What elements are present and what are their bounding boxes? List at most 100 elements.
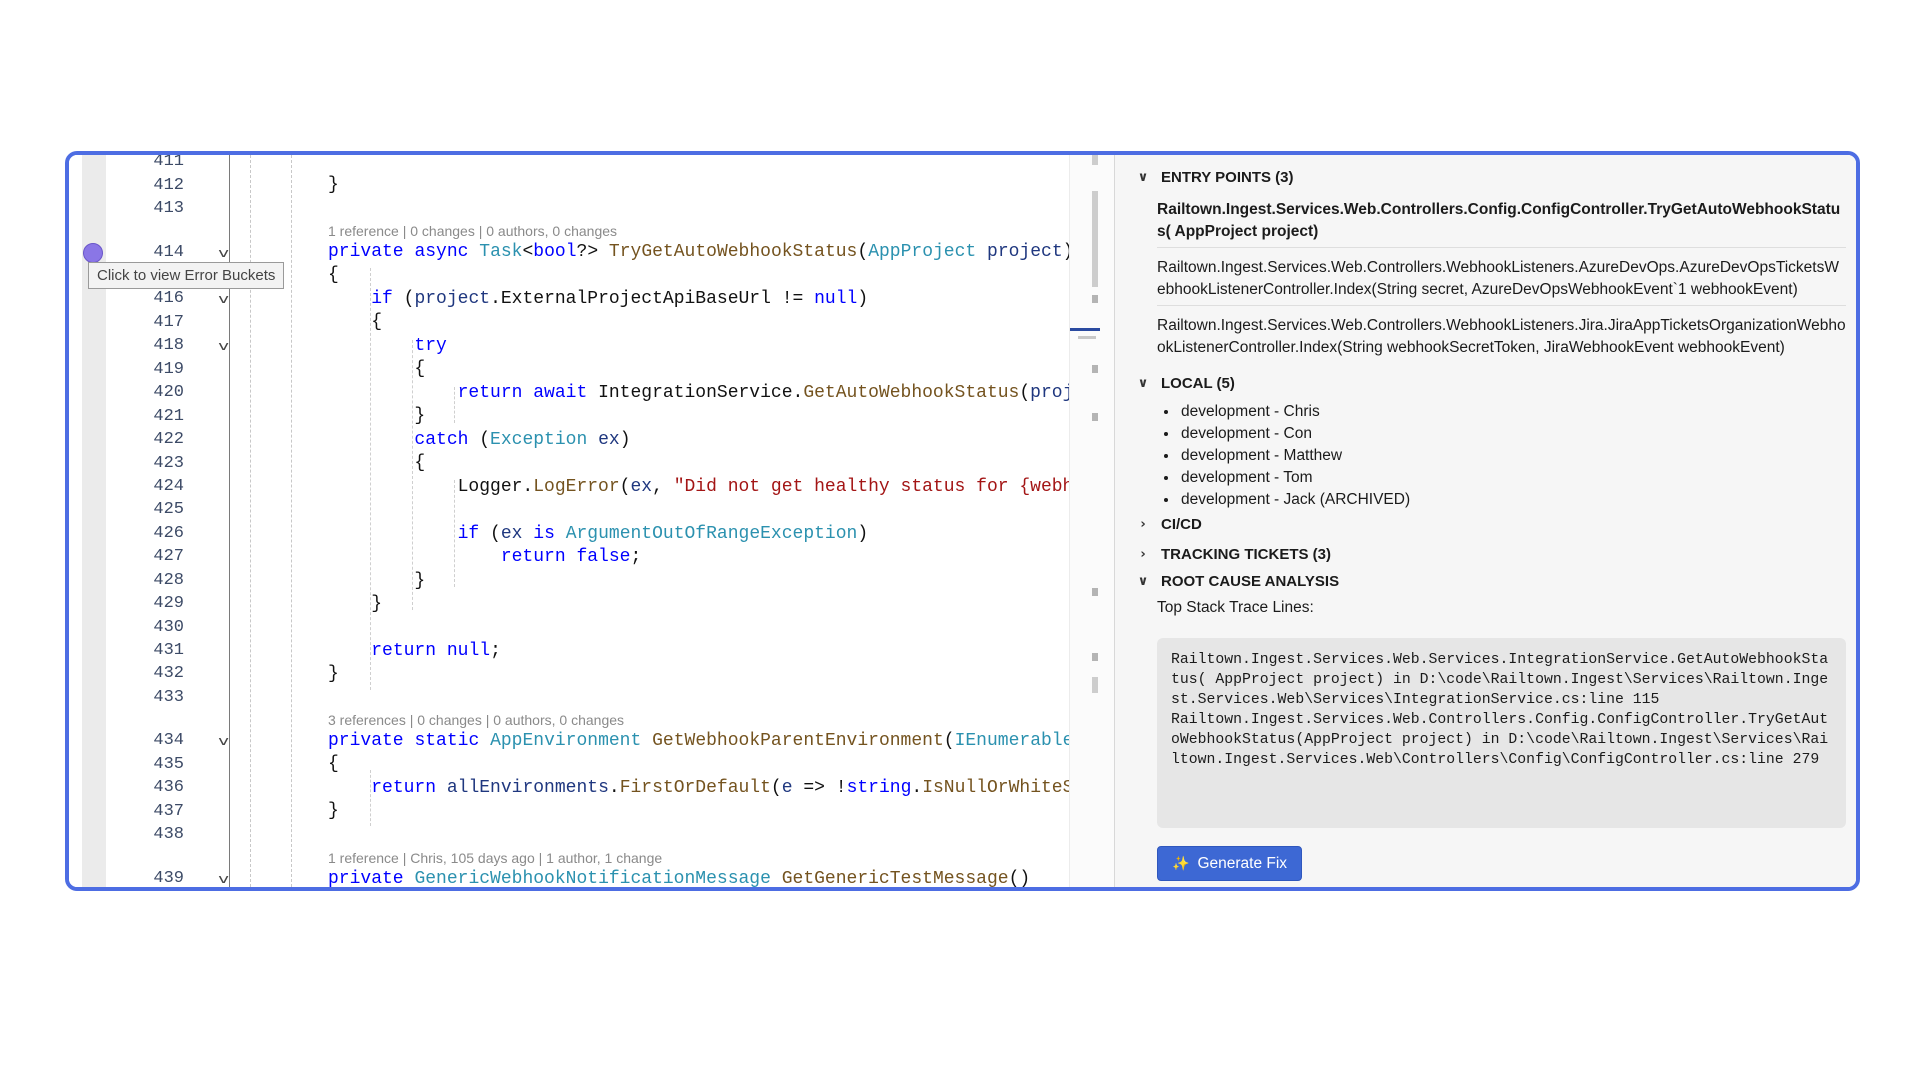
- line-number: 419: [153, 360, 184, 379]
- list-item[interactable]: development - Con: [1179, 423, 1410, 445]
- chevron-down-icon: ∨: [1137, 170, 1149, 185]
- line-number: 430: [153, 618, 184, 637]
- code-lens[interactable]: 1 reference | Chris, 105 days ago | 1 au…: [328, 849, 662, 867]
- code-line[interactable]: }: [328, 593, 382, 615]
- code-line[interactable]: }: [328, 174, 339, 196]
- section-title: ENTRY POINTS (3): [1161, 169, 1294, 186]
- line-number: 428: [153, 571, 184, 590]
- code-line[interactable]: }: [328, 663, 339, 685]
- local-environment-list: development - Chris development - Con de…: [1157, 401, 1410, 511]
- line-number: 424: [153, 477, 184, 496]
- code-line[interactable]: }: [328, 405, 425, 427]
- scroll-marker: [1092, 413, 1098, 421]
- scroll-marker: [1092, 155, 1098, 165]
- code-line[interactable]: {: [328, 264, 339, 286]
- indent-guide: [291, 155, 292, 887]
- code-line[interactable]: {: [328, 753, 339, 775]
- collapse-chevron-icon[interactable]: v: [218, 336, 229, 356]
- stack-trace-block[interactable]: Railtown.Ingest.Services.Web.Services.In…: [1157, 638, 1846, 828]
- code-line[interactable]: private GenericWebhookNotificationMessag…: [328, 868, 1030, 887]
- collapse-chevron-icon[interactable]: v: [218, 869, 229, 887]
- line-number: 413: [153, 199, 184, 218]
- code-lens[interactable]: 1 reference | 0 changes | 0 authors, 0 c…: [328, 222, 617, 240]
- chevron-down-icon: ∨: [1137, 574, 1149, 589]
- line-number: 416: [153, 289, 184, 308]
- code-lens[interactable]: 3 references | 0 changes | 0 authors, 0 …: [328, 711, 624, 729]
- list-item[interactable]: development - Jack (ARCHIVED): [1179, 489, 1410, 511]
- line-number: 434: [153, 731, 184, 750]
- caret-position-marker: [1078, 336, 1096, 339]
- code-line[interactable]: {: [328, 358, 425, 380]
- line-number: 421: [153, 407, 184, 426]
- code-line[interactable]: }: [328, 800, 339, 822]
- line-number: 420: [153, 383, 184, 402]
- list-item[interactable]: development - Matthew: [1179, 445, 1410, 467]
- code-line[interactable]: return null;: [328, 640, 501, 662]
- line-number: 431: [153, 641, 184, 660]
- section-root-cause-analysis[interactable]: ∨ ROOT CAUSE ANALYSIS: [1135, 573, 1339, 590]
- scroll-marker: [1092, 677, 1098, 693]
- line-number: 433: [153, 688, 184, 707]
- entry-point-item[interactable]: Railtown.Ingest.Services.Web.Controllers…: [1157, 257, 1846, 301]
- code-line[interactable]: {: [328, 311, 382, 333]
- section-local[interactable]: ∨ LOCAL (5): [1135, 375, 1235, 392]
- sparkle-icon: ✨: [1172, 855, 1190, 871]
- section-entry-points[interactable]: ∨ ENTRY POINTS (3): [1135, 169, 1294, 186]
- line-number: 417: [153, 313, 184, 332]
- line-number: 412: [153, 176, 184, 195]
- entry-point-item[interactable]: Railtown.Ingest.Services.Web.Controllers…: [1157, 315, 1846, 359]
- chevron-down-icon: ∨: [1137, 376, 1149, 391]
- line-number: 427: [153, 547, 184, 566]
- divider: [1157, 247, 1846, 248]
- caret-position-marker: [1070, 328, 1100, 331]
- line-number: 437: [153, 802, 184, 821]
- collapse-chevron-icon[interactable]: v: [218, 289, 229, 309]
- section-title: ROOT CAUSE ANALYSIS: [1161, 573, 1340, 590]
- generate-fix-button[interactable]: ✨ Generate Fix: [1157, 846, 1303, 881]
- code-line[interactable]: {: [328, 452, 425, 474]
- line-number: 418: [153, 336, 184, 355]
- code-line[interactable]: if (ex is ArgumentOutOfRangeException): [328, 523, 869, 545]
- scroll-marker: [1092, 295, 1098, 303]
- section-tracking-tickets[interactable]: › TRACKING TICKETS (3): [1135, 546, 1331, 563]
- chevron-right-icon: ›: [1140, 517, 1146, 532]
- scroll-marker: [1092, 365, 1098, 373]
- code-line[interactable]: catch (Exception ex): [328, 429, 630, 451]
- section-title: CI/CD: [1161, 516, 1202, 533]
- code-line[interactable]: private static AppEnvironment GetWebhook…: [328, 730, 1069, 752]
- button-label: Generate Fix: [1197, 854, 1288, 872]
- code-line[interactable]: }: [328, 570, 425, 592]
- line-number: 429: [153, 594, 184, 613]
- line-number: 435: [153, 755, 184, 774]
- line-number: 425: [153, 500, 184, 519]
- error-details-panel: ∨ ENTRY POINTS (3) Railtown.Ingest.Servi…: [1115, 155, 1856, 887]
- tooltip: Click to view Error Buckets: [88, 262, 285, 289]
- code-line[interactable]: return allEnvironments.FirstOrDefault(e …: [328, 777, 1069, 799]
- stack-trace-label: Top Stack Trace Lines:: [1157, 599, 1314, 616]
- code-line[interactable]: try: [328, 335, 446, 357]
- scroll-marker: [1092, 588, 1098, 596]
- section-cicd[interactable]: › CI/CD: [1135, 516, 1202, 533]
- line-number: 414: [153, 243, 184, 262]
- overview-scrollbar[interactable]: [1069, 155, 1115, 887]
- scroll-thumb[interactable]: [1092, 191, 1098, 287]
- line-number: 439: [153, 869, 184, 887]
- error-bucket-marker[interactable]: [83, 243, 103, 263]
- scroll-marker: [1092, 653, 1098, 661]
- code-line[interactable]: if (project.ExternalProjectApiBaseUrl !=…: [328, 288, 868, 310]
- code-editor[interactable]: 411 412 413 414 416 417 418 419 420 421 …: [69, 155, 1069, 887]
- line-number: 432: [153, 664, 184, 683]
- collapse-chevron-icon[interactable]: v: [218, 731, 229, 751]
- app-frame: 411 412 413 414 416 417 418 419 420 421 …: [65, 151, 1860, 891]
- code-line[interactable]: private async Task<bool?> TryGetAutoWebh…: [328, 241, 1069, 263]
- code-line[interactable]: return false;: [328, 546, 641, 568]
- line-number: 438: [153, 825, 184, 844]
- code-line[interactable]: Logger.LogError(ex, "Did not get healthy…: [328, 476, 1069, 498]
- line-number: 411: [153, 155, 184, 171]
- chevron-right-icon: ›: [1140, 547, 1146, 562]
- list-item[interactable]: development - Chris: [1179, 401, 1410, 423]
- collapse-chevron-icon[interactable]: v: [218, 243, 229, 263]
- code-line[interactable]: return await IntegrationService.GetAutoW…: [328, 382, 1069, 404]
- entry-point-item[interactable]: Railtown.Ingest.Services.Web.Controllers…: [1157, 199, 1846, 243]
- list-item[interactable]: development - Tom: [1179, 467, 1410, 489]
